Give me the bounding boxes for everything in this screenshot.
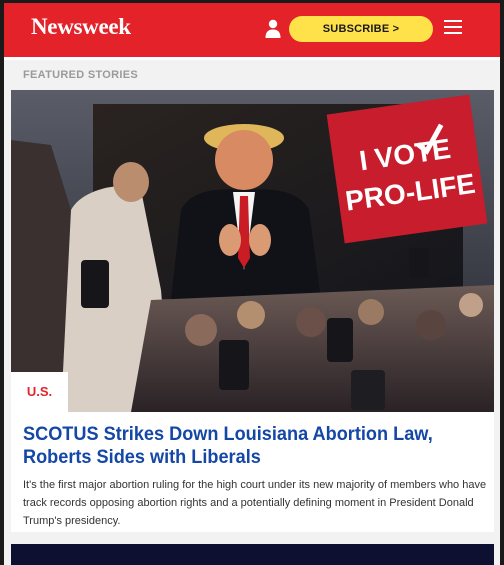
story-image[interactable]: I VOTE PRO-LIFE U.S.: [11, 90, 494, 412]
subscribe-button[interactable]: SUBSCRIBE >: [289, 16, 433, 42]
user-icon[interactable]: [265, 19, 281, 39]
featured-stories-title: FEATURED STORIES: [23, 69, 139, 81]
next-story-card[interactable]: [11, 544, 494, 565]
story-headline[interactable]: SCOTUS Strikes Down Louisiana Abortion L…: [23, 423, 483, 469]
hamburger-menu-icon[interactable]: [444, 19, 462, 35]
page-frame: Newsweek SUBSCRIBE > FEATURED STORIES I …: [4, 3, 500, 565]
featured-story-card[interactable]: I VOTE PRO-LIFE U.S. SCOTUS Strikes Down…: [11, 90, 494, 532]
category-tag[interactable]: U.S.: [11, 372, 68, 412]
site-header: Newsweek SUBSCRIBE >: [4, 3, 500, 60]
rally-photo-illustration: I VOTE PRO-LIFE: [11, 90, 494, 412]
newsweek-logo[interactable]: Newsweek: [31, 14, 131, 40]
story-summary: It's the first major abortion ruling for…: [23, 479, 487, 527]
